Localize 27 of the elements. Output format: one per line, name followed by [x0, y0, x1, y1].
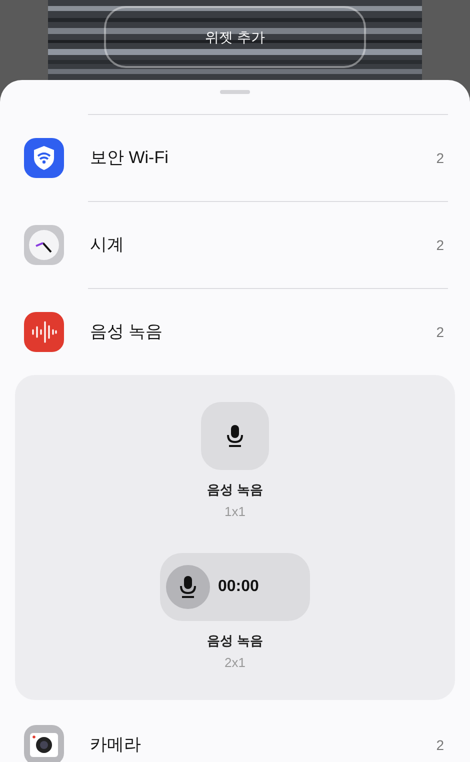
sound-wave-icon [24, 312, 64, 352]
shield-wifi-icon [24, 138, 64, 178]
widget-count: 2 [436, 322, 444, 342]
app-row[interactable]: 시계 2 [0, 202, 470, 288]
timer: 00:00 [218, 577, 259, 597]
app-name: 보안 Wi-Fi [90, 147, 168, 170]
widget-count: 2 [436, 148, 444, 168]
widget-size: 1x1 [224, 502, 246, 520]
microphone-icon [225, 424, 245, 448]
widget-preview[interactable]: 00:00 [160, 553, 310, 621]
widget-size: 2x1 [224, 654, 246, 672]
app-name: 음성 녹음 [90, 321, 163, 344]
app-name: 카메라 [90, 734, 141, 756]
add-widget-button[interactable]: 위젯 추가 [104, 6, 366, 68]
app-row[interactable]: 보안 Wi-Fi 2 [0, 115, 470, 201]
widget-name: 음성 녹음 [207, 481, 263, 499]
widget-preview[interactable] [201, 402, 269, 470]
app-row[interactable]: 음성 녹음 2 [0, 289, 470, 375]
widget-name: 음성 녹음 [207, 632, 263, 650]
microphone-icon [178, 575, 198, 599]
widget-count: 2 [436, 736, 444, 754]
clock-icon [24, 225, 64, 265]
record-button[interactable] [166, 565, 210, 609]
app-name: 시계 [90, 234, 124, 256]
drag-handle[interactable] [220, 90, 250, 94]
widget-count: 2 [436, 236, 444, 254]
app-row[interactable]: 카메라 2 [0, 702, 470, 762]
